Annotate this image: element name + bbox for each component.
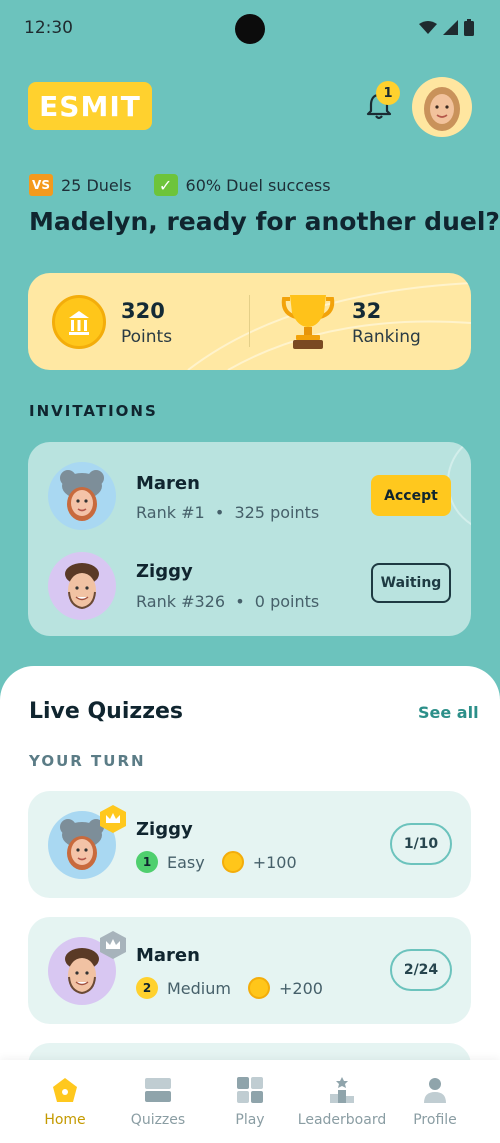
- invitation-points: 325 points: [234, 503, 320, 522]
- tab-label: Profile: [413, 1112, 457, 1128]
- wifi-icon: [419, 20, 437, 34]
- quiz-card[interactable]: Ziggy 1 Easy +100 1/10: [28, 791, 471, 898]
- tab-label: Leaderboard: [297, 1112, 387, 1128]
- invitations-heading: INVITATIONS: [29, 402, 158, 420]
- profile-icon: [424, 1078, 446, 1103]
- invitation-row: Ziggy Rank #326 • 0 points Waiting: [28, 538, 471, 626]
- play-icon: [237, 1077, 263, 1103]
- quiz-card[interactable]: Maren 2 Medium +200 2/24: [28, 917, 471, 1024]
- quiz-level: Easy: [167, 852, 205, 872]
- tab-profile[interactable]: Profile: [400, 1060, 470, 1143]
- quiz-reward: +100: [252, 852, 297, 872]
- invitation-rank: Rank #326: [136, 592, 226, 611]
- accept-button[interactable]: Accept: [371, 475, 451, 516]
- quiz-reward: +200: [278, 978, 323, 998]
- notification-badge: 1: [376, 81, 400, 105]
- status-time: 12:30: [24, 18, 73, 38]
- gold-crown-icon: [100, 805, 126, 833]
- points-value: 320: [121, 299, 165, 323]
- system-icons: [419, 19, 474, 36]
- invitation-name: Ziggy: [136, 561, 193, 582]
- invitation-points: 0 points: [254, 592, 320, 611]
- tab-home[interactable]: Home: [30, 1060, 100, 1143]
- invitation-name: Maren: [136, 473, 200, 494]
- level-badge: 2: [136, 977, 158, 999]
- invitations-card: Maren Rank #1 • 325 points Accept Ziggy …: [28, 442, 471, 636]
- quiz-level: Medium: [167, 978, 231, 998]
- app-logo: ESMIT: [28, 82, 152, 130]
- leaderboard-icon: [330, 1077, 354, 1103]
- invitation-row: Maren Rank #1 • 325 points Accept: [28, 442, 471, 530]
- vs-icon: VS: [29, 174, 53, 196]
- level-badge: 1: [136, 851, 158, 873]
- quiz-opponent-name: Maren: [136, 945, 200, 966]
- duels-count: 25 Duels: [61, 175, 132, 195]
- logo-text: ESMIT: [39, 89, 141, 123]
- quiz-meta: 2 Medium +200: [136, 977, 323, 999]
- tab-label: Quizzes: [130, 1112, 186, 1128]
- invitation-meta: Rank #1 • 325 points: [136, 503, 320, 522]
- silver-crown-icon: [100, 931, 126, 959]
- quiz-meta: 1 Easy +100: [136, 851, 297, 873]
- coin-icon: [221, 851, 244, 873]
- memoji-madelyn-avatar: [424, 87, 460, 131]
- avatar-ziggy: [48, 552, 116, 620]
- ranking-value: 32: [352, 299, 382, 323]
- points-ranking-card: 320 Points 32 Ranking: [28, 273, 471, 370]
- battery-icon: [464, 19, 474, 36]
- tab-quizzes[interactable]: Quizzes: [123, 1060, 193, 1143]
- duel-success: 60% Duel success: [185, 175, 331, 195]
- see-all-link[interactable]: See all: [418, 703, 479, 722]
- invitation-meta: Rank #326 • 0 points: [136, 592, 320, 611]
- card-divider: [249, 295, 250, 347]
- greeting-title: Madelyn, ready for another duel?: [29, 207, 500, 236]
- bottom-tab-bar: Home Quizzes Play Leaderboard Profile: [0, 1060, 500, 1143]
- coin-icon: [247, 977, 270, 999]
- quiz-progress: 2/24: [390, 949, 452, 991]
- invitation-rank: Rank #1: [136, 503, 205, 522]
- camera-cutout: [235, 14, 265, 44]
- coin-icon: [52, 295, 106, 349]
- status-bar: 12:30: [0, 0, 500, 58]
- points-label: Points: [121, 327, 173, 347]
- trophy-icon: [281, 295, 335, 349]
- user-avatar[interactable]: [412, 77, 472, 137]
- home-icon: [53, 1078, 77, 1102]
- quiz-opponent-name: Ziggy: [136, 819, 193, 840]
- tab-play[interactable]: Play: [215, 1060, 285, 1143]
- tab-label: Play: [235, 1112, 265, 1128]
- waiting-button[interactable]: Waiting: [371, 563, 451, 603]
- tab-label: Home: [44, 1112, 86, 1128]
- tab-leaderboard[interactable]: Leaderboard: [297, 1060, 387, 1143]
- quiz-progress: 1/10: [390, 823, 452, 865]
- live-quizzes-title: Live Quizzes: [29, 699, 184, 724]
- check-icon: ✓: [153, 174, 178, 196]
- avatar-maren: [48, 462, 116, 530]
- signal-icon: [443, 20, 458, 35]
- duel-stats: VS 25 Duels ✓ 60% Duel success: [29, 174, 331, 196]
- your-turn-heading: YOUR TURN: [29, 752, 146, 770]
- ranking-label: Ranking: [352, 327, 421, 347]
- quizzes-icon: [145, 1078, 171, 1102]
